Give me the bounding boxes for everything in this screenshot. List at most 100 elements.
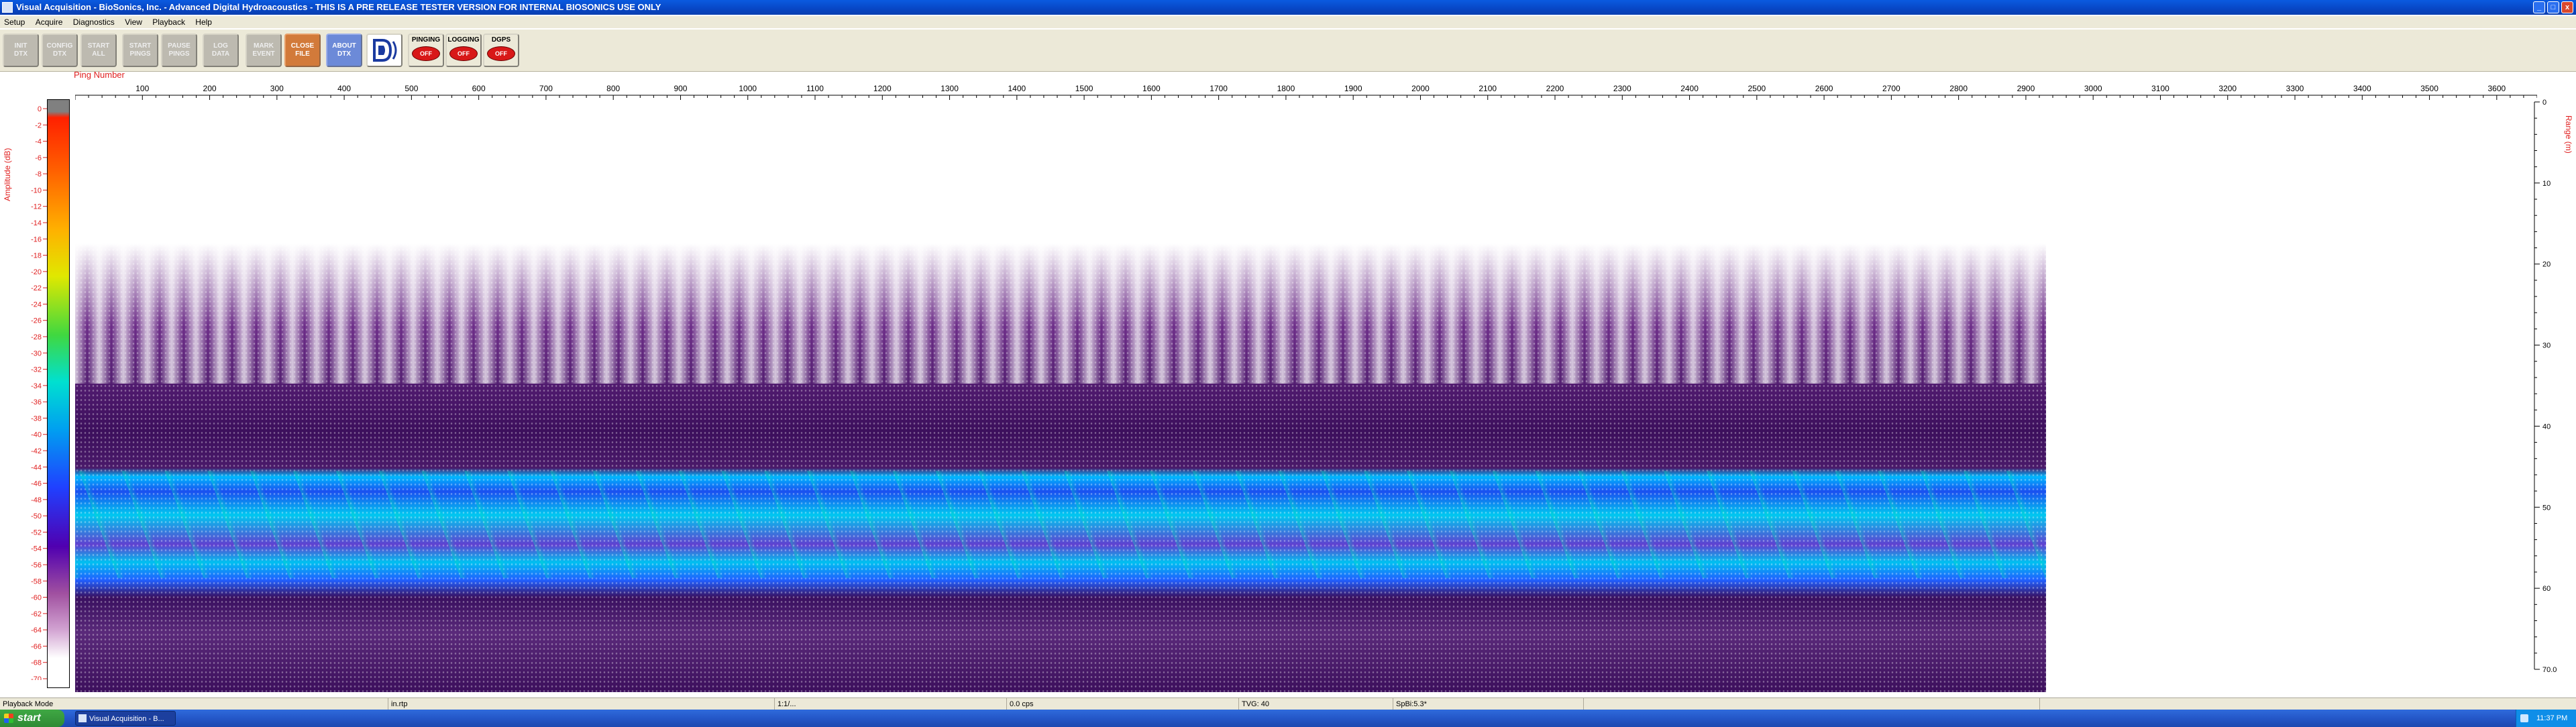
mark-event-button[interactable]: MARK EVENT — [246, 34, 282, 67]
status-bar: Playback Mode in.rtp 1:1/... 0.0 cps TVG… — [0, 697, 2576, 710]
title-bar: Visual Acquisition - BioSonics, Inc. - A… — [0, 0, 2576, 15]
close-file-button[interactable]: CLOSE FILE — [284, 34, 321, 67]
ping-tick-label: 2800 — [1949, 84, 1968, 93]
menu-acquire[interactable]: Acquire — [32, 16, 67, 28]
taskbar-item-visual-acquisition[interactable]: Visual Acquisition - B... — [75, 711, 176, 726]
amplitude-axis-title: Amplitude (dB) — [3, 148, 12, 201]
ping-number-label: Ping Number — [74, 70, 125, 80]
minimize-button[interactable]: _ — [2533, 1, 2545, 13]
menu-playback[interactable]: Playback — [148, 16, 189, 28]
ping-tick-label: 1200 — [873, 84, 892, 93]
ping-tick-label: 100 — [136, 84, 149, 93]
ping-tick-label: 2500 — [1748, 84, 1766, 93]
menu-diagnostics[interactable]: Diagnostics — [69, 16, 119, 28]
init-dtx-button[interactable]: INIT DTX — [3, 34, 39, 67]
amplitude-tick-label: -6 — [35, 154, 42, 162]
ping-tick-label: 400 — [337, 84, 351, 93]
amplitude-tick-label: -14 — [31, 219, 42, 227]
range-tick-label: 70.0 — [2542, 666, 2557, 674]
menu-view[interactable]: View — [121, 16, 146, 28]
logging-indicator: LOGGING OFF — [445, 34, 482, 67]
ping-tick-label: 2700 — [1882, 84, 1900, 93]
status-rate: 0.0 cps — [1006, 698, 1033, 710]
ping-tick-label: 600 — [472, 84, 486, 93]
ping-tick-label: 300 — [270, 84, 284, 93]
amplitude-tick-label: -2 — [35, 121, 42, 129]
start-all-button[interactable]: START ALL — [80, 34, 117, 67]
status-tvg: TVG: 40 — [1238, 698, 1269, 710]
app-icon — [2, 2, 13, 13]
pause-pings-button[interactable]: PAUSE PINGS — [161, 34, 197, 67]
ping-tick-label: 2400 — [1680, 84, 1699, 93]
echogram-display[interactable] — [75, 102, 2046, 692]
range-tick-label: 0 — [2542, 99, 2546, 107]
log-data-button[interactable]: LOG DATA — [203, 34, 239, 67]
ping-tick-label: 200 — [203, 84, 217, 93]
range-tick-label: 20 — [2542, 261, 2551, 269]
ping-tick-label: 500 — [405, 84, 418, 93]
ping-tick-label: 3200 — [2218, 84, 2237, 93]
ping-tick-label: 900 — [674, 84, 687, 93]
start-pings-button[interactable]: START PINGS — [122, 34, 158, 67]
ping-tick-label: 3300 — [2286, 84, 2304, 93]
config-dtx-button[interactable]: CONFIG DTX — [42, 34, 78, 67]
ping-tick-label: 1000 — [739, 84, 757, 93]
network-icon[interactable] — [2520, 714, 2528, 722]
dgps-label: DGPS — [491, 36, 511, 44]
taskbar: start Visual Acquisition - B... 11:37 PM — [0, 710, 2576, 727]
range-tick-label: 50 — [2542, 504, 2551, 512]
amplitude-tick-label: -60 — [31, 594, 42, 602]
ping-tick-label: 2000 — [1411, 84, 1430, 93]
ping-tick-label: 3600 — [2487, 84, 2506, 93]
ping-tick-label: 1300 — [941, 84, 959, 93]
range-tick-label: 40 — [2542, 423, 2551, 431]
window-title: Visual Acquisition - BioSonics, Inc. - A… — [16, 2, 661, 12]
ping-tick-label: 1400 — [1008, 84, 1026, 93]
range-axis: 0 10 20 30 40 50 60 70.0 — [2534, 99, 2557, 674]
maximize-button[interactable]: □ — [2547, 1, 2559, 13]
status-spbi: SpBi:5.3* — [1393, 698, 1427, 710]
ping-tick-label: 3400 — [2353, 84, 2371, 93]
amplitude-tick-label: -22 — [31, 284, 42, 292]
ping-tick-label: 1700 — [1210, 84, 1228, 93]
amplitude-color-scale[interactable] — [47, 99, 70, 688]
windows-flag-icon — [4, 714, 13, 723]
ping-tick-label: 1900 — [1344, 84, 1362, 93]
menu-bar: Setup Acquire Diagnostics View Playback … — [0, 16, 2576, 28]
about-dtx-button[interactable]: ABOUT DTX — [326, 34, 362, 67]
amplitude-tick-label: -40 — [31, 431, 42, 439]
status-empty-2 — [2039, 698, 2043, 710]
amplitude-tick-label: -16 — [31, 235, 42, 243]
ping-tick-label: 700 — [539, 84, 553, 93]
range-axis-title: Range (m) — [2564, 115, 2573, 154]
amplitude-tick-label: -54 — [31, 545, 42, 553]
amplitude-tick-label: -52 — [31, 528, 42, 537]
biosonics-logo-icon[interactable] — [366, 34, 402, 67]
menu-help[interactable]: Help — [191, 16, 216, 28]
close-button[interactable]: x — [2561, 1, 2573, 13]
start-button[interactable]: start — [0, 710, 64, 727]
amplitude-tick-label: -34 — [31, 382, 42, 390]
amplitude-tick-label: -44 — [31, 463, 42, 471]
taskbar-item-label: Visual Acquisition - B... — [89, 715, 164, 723]
amplitude-tick-label: -66 — [31, 642, 42, 651]
amplitude-tick-label: -64 — [31, 626, 42, 634]
app-icon — [78, 714, 87, 722]
logging-state: OFF — [449, 46, 478, 61]
amplitude-tick-label: 0 — [38, 105, 42, 113]
ping-tick-label: 1100 — [806, 84, 824, 93]
amplitude-tick-label: -48 — [31, 496, 42, 504]
amplitude-axis: 0 -2 -4 -6 -8 -10 -12 -14 -16 -18 -20 -22 -24 -26 -28 -… — [31, 105, 47, 680]
ping-tick-label: 1500 — [1075, 84, 1093, 93]
menu-setup[interactable]: Setup — [0, 16, 29, 28]
amplitude-tick-label: -38 — [31, 414, 42, 423]
pinging-label: PINGING — [411, 36, 441, 44]
amplitude-tick-label: -58 — [31, 577, 42, 585]
ping-tick-label: 2600 — [1815, 84, 1833, 93]
amplitude-tick-label: -42 — [31, 447, 42, 455]
amplitude-tick-label: -30 — [31, 349, 42, 357]
toolbar: INIT DTX CONFIG DTX START ALL START PING… — [0, 30, 2576, 72]
amplitude-tick-label: -26 — [31, 317, 42, 325]
pinging-indicator: PINGING OFF — [408, 34, 444, 67]
status-empty-1 — [1583, 698, 1587, 710]
